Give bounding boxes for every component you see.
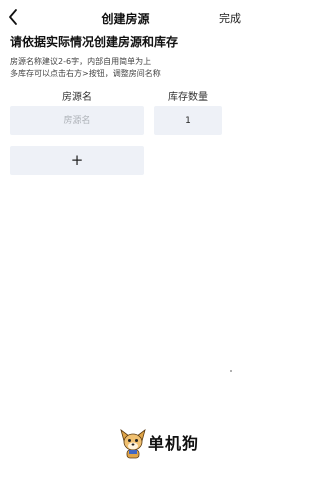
page-title: 创建房源 — [101, 12, 150, 26]
add-room-button[interactable]: + — [10, 146, 144, 175]
done-button[interactable]: 完成 — [219, 10, 241, 26]
room-name-input[interactable] — [10, 106, 144, 135]
navigation-bar: 创建房源 完成 — [0, 0, 251, 34]
stock-quantity-cell — [154, 106, 222, 135]
watermark: 单机狗 — [118, 426, 228, 460]
stock-quantity-input[interactable] — [154, 106, 222, 135]
plus-icon: + — [70, 151, 84, 169]
hint-text: 房源名称建议2-6字，内部自用简单为上 多库存可以点击右方>按钮，调整房间名称 — [10, 56, 235, 80]
watermark-text: 单机狗 — [148, 434, 200, 453]
hint-line-1: 房源名称建议2-6字，内部自用简单为上 — [10, 57, 152, 66]
room-name-cell — [10, 106, 144, 135]
decorative-dot — [230, 370, 232, 372]
hint-line-2: 多库存可以点击右方>按钮，调整房间名称 — [10, 69, 161, 78]
column-header-stock: 库存数量 — [168, 92, 208, 103]
dog-mascot-icon — [120, 428, 146, 459]
column-header-name: 房源名 — [62, 92, 92, 103]
section-heading: 请依据实际情况创建房源和库存 — [10, 35, 179, 49]
